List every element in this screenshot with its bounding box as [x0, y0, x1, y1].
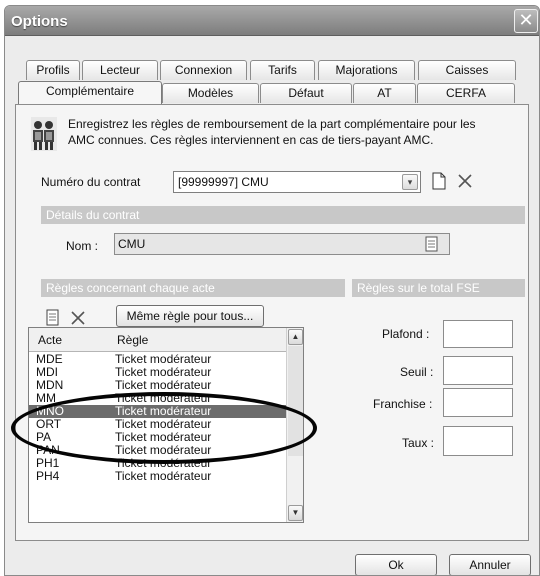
- ok-button[interactable]: Ok: [355, 554, 437, 575]
- table-row[interactable]: PH4 Ticket modérateur: [29, 470, 287, 483]
- taux-label: Taux :: [402, 436, 435, 450]
- contract-value: [99999997] CMU: [178, 175, 269, 189]
- rules-table-header: Acte Règle: [29, 328, 287, 352]
- tab-complementaire[interactable]: Complémentaire: [18, 81, 162, 104]
- scroll-up-icon[interactable]: ▲: [288, 329, 303, 345]
- tab-defaut[interactable]: Défaut: [260, 83, 352, 103]
- close-button[interactable]: ✕: [514, 9, 538, 33]
- chevron-down-icon[interactable]: ▾: [402, 174, 418, 190]
- people-icon: [31, 117, 57, 151]
- plafond-field[interactable]: [443, 320, 513, 348]
- tab-cerfa[interactable]: CERFA: [417, 83, 515, 103]
- window-title: Options: [11, 13, 68, 30]
- cancel-button[interactable]: Annuler: [449, 554, 531, 575]
- nom-label: Nom :: [66, 239, 99, 253]
- scroll-down-icon[interactable]: ▼: [288, 505, 303, 521]
- contract-label: Numéro du contrat: [41, 175, 141, 189]
- title-bar: Options ✕: [5, 6, 539, 36]
- tab-modeles[interactable]: Modèles: [162, 83, 259, 103]
- scrollbar-thumb[interactable]: [288, 346, 303, 456]
- add-rule-icon[interactable]: [45, 309, 61, 327]
- intro-line-2: AMC connues. Ces règles interviennent en…: [68, 133, 434, 147]
- totals-section-header: Règles sur le total FSE: [352, 279, 525, 297]
- acte-cell: PH4: [36, 469, 60, 483]
- contract-select[interactable]: [99999997] CMU ▾: [173, 171, 421, 193]
- tab-majorations[interactable]: Majorations: [318, 60, 415, 80]
- franchise-field[interactable]: [443, 388, 513, 417]
- rules-table[interactable]: Acte Règle MDE Ticket modérateur MDI Ticket…: [28, 327, 304, 523]
- franchise-label: Franchise :: [373, 397, 433, 411]
- seuil-label: Seuil :: [400, 365, 434, 379]
- new-document-icon[interactable]: [430, 171, 448, 191]
- delete-icon[interactable]: [456, 172, 474, 190]
- intro-text: Enregistrez les règles de remboursement …: [68, 116, 528, 148]
- tab-caisses[interactable]: Caisses: [418, 60, 516, 80]
- rules-table-body: MDE Ticket modérateur MDI Ticket modérateur…: [29, 353, 287, 483]
- details-section-header: Détails du contrat: [41, 206, 525, 224]
- close-icon: ✕: [518, 10, 534, 30]
- column-header-regle[interactable]: Règle: [117, 333, 148, 347]
- notes-icon[interactable]: [422, 236, 442, 252]
- nom-field[interactable]: CMU: [114, 233, 450, 255]
- seuil-field[interactable]: [443, 356, 513, 385]
- tab-profils[interactable]: Profils: [26, 60, 80, 80]
- rules-section-header: Règles concernant chaque acte: [41, 279, 345, 297]
- tab-lecteur[interactable]: Lecteur: [82, 60, 158, 80]
- taux-field[interactable]: [443, 426, 513, 456]
- plafond-label: Plafond :: [382, 327, 430, 341]
- tab-connexion[interactable]: Connexion: [160, 60, 247, 80]
- remove-rule-icon[interactable]: [70, 310, 86, 326]
- nom-value: CMU: [118, 237, 146, 251]
- rules-table-scrollbar[interactable]: ▲ ▼: [286, 328, 303, 522]
- tab-at[interactable]: AT: [353, 83, 416, 103]
- same-rule-for-all-button[interactable]: Même règle pour tous...: [116, 305, 264, 327]
- regle-cell: Ticket modérateur: [115, 469, 212, 483]
- column-header-acte[interactable]: Acte: [38, 333, 62, 347]
- tab-tarifs[interactable]: Tarifs: [250, 60, 315, 80]
- intro-line-1: Enregistrez les règles de remboursement …: [68, 117, 476, 131]
